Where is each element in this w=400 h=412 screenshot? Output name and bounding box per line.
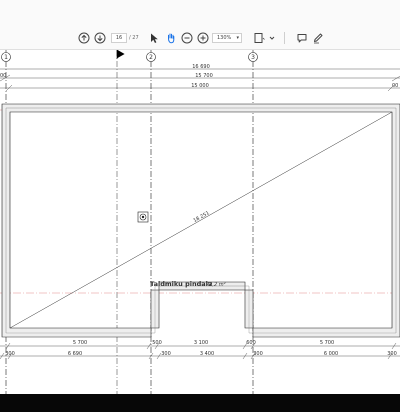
- hand-tool-button[interactable]: [165, 32, 177, 44]
- room-area: 72,2 m²: [206, 282, 226, 288]
- dim-right-stub: 00: [392, 83, 398, 89]
- dim-overall-outer: 16 690: [192, 64, 210, 70]
- dim-bottom-row2-2: 300: [161, 351, 171, 357]
- axis-bubbles: 1 2 3: [1, 52, 258, 62]
- zoom-out-button[interactable]: [181, 32, 193, 44]
- zoom-in-button[interactable]: [197, 32, 209, 44]
- comment-icon: [297, 34, 307, 43]
- bottom-bar: [0, 394, 400, 412]
- dim-bottom-5: 5 700: [320, 340, 334, 346]
- grid-axis-lines: [5, 50, 254, 394]
- dim-overall-inner: 15 000: [191, 83, 209, 89]
- diagonal-dimension: 18 251: [192, 210, 210, 224]
- hand-icon: [168, 33, 175, 44]
- chevron-down-icon: ▾: [236, 35, 239, 41]
- page-down-button[interactable]: [94, 32, 106, 44]
- dim-bottom-3: 3 100: [194, 340, 208, 346]
- dim-bottom-row2-5: 6 000: [324, 351, 338, 357]
- fit-options-button[interactable]: [266, 32, 278, 44]
- axis-label-2: 2: [149, 54, 153, 61]
- fit-page-button[interactable]: [253, 32, 265, 44]
- minus-circle-icon: [181, 32, 193, 44]
- cursor-arrow-icon: [151, 33, 158, 43]
- dim-bottom-row2-3: 3 400: [200, 351, 214, 357]
- dim-bottom-1: 5 700: [73, 340, 87, 346]
- plus-circle-icon: [197, 32, 209, 44]
- room-label: Taldmiku pindala: [150, 280, 212, 288]
- dim-bottom-row2-left: 300: [5, 351, 15, 357]
- floor-plan-svg: 1 2 3 16 690 15 700 15 000 00 00 18 251: [0, 50, 400, 394]
- select-tool-button[interactable]: [148, 32, 160, 44]
- viewer-toolbar: 16 / 27 130% ▾: [0, 0, 400, 50]
- page-up-button[interactable]: [78, 32, 90, 44]
- reference-lines: [0, 109, 400, 294]
- fit-page-icon: [254, 33, 265, 43]
- dim-left-stub: 00: [0, 73, 6, 79]
- page-number-input[interactable]: 16: [111, 33, 127, 43]
- target-icon[interactable]: [137, 211, 149, 223]
- page-total-label: / 27: [129, 35, 139, 41]
- axis-label-1: 1: [4, 54, 8, 61]
- dim-bottom-2: 500: [152, 340, 162, 346]
- zoom-value: 130%: [217, 35, 232, 41]
- chevron-down-icon: [269, 36, 275, 40]
- comment-button[interactable]: [296, 32, 308, 44]
- arrow-down-circle-icon: [94, 32, 106, 44]
- dim-bottom-row2-1: 6 690: [68, 351, 82, 357]
- arrow-up-circle-icon: [78, 32, 90, 44]
- axis-label-3: 3: [251, 54, 255, 61]
- pen-icon: [314, 33, 323, 44]
- toolbar-divider: [284, 32, 285, 44]
- flag-icon: [116, 50, 125, 59]
- dim-bottom-row2-right: 300: [387, 351, 397, 357]
- dim-bottom-4: 600: [246, 340, 256, 346]
- draw-button[interactable]: [312, 32, 324, 44]
- zoom-select[interactable]: 130% ▾: [212, 33, 242, 43]
- floor-plan-drawing[interactable]: 1 2 3 16 690 15 700 15 000 00 00 18 251: [0, 50, 400, 394]
- dim-bottom-row2-4: 300: [253, 351, 263, 357]
- dim-overall-mid: 15 700: [195, 73, 213, 79]
